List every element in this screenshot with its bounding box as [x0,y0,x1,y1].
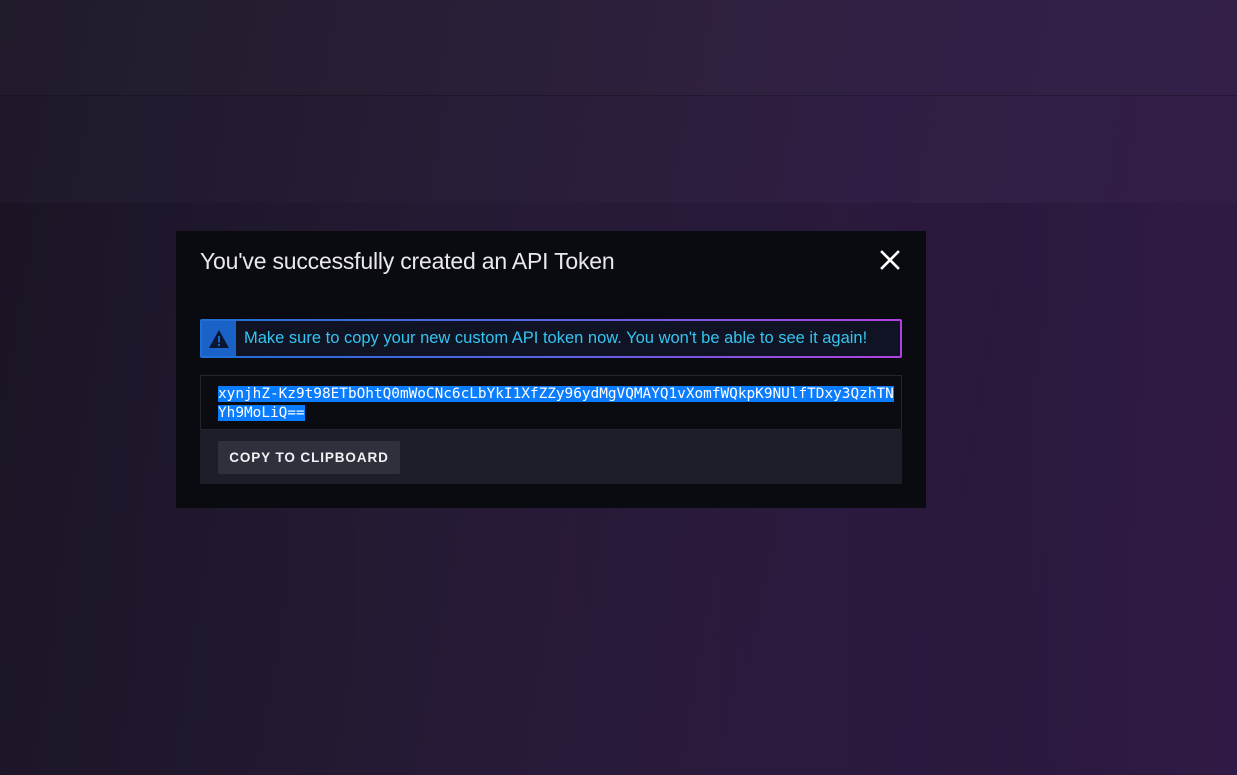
warning-alert-body: Make sure to copy your new custom API to… [202,321,900,356]
close-button[interactable] [876,246,904,274]
api-token-modal: You've successfully created an API Token… [176,231,926,508]
background-subheader-band [0,96,1237,203]
api-token-field[interactable]: xynjhZ-Kz9t98ETbOhtQ0mWoCNc6cLbYkI1XfZZy… [200,375,902,430]
close-icon [880,250,900,270]
api-token-text[interactable]: xynjhZ-Kz9t98ETbOhtQ0mWoCNc6cLbYkI1XfZZy… [218,385,894,423]
token-panel: xynjhZ-Kz9t98ETbOhtQ0mWoCNc6cLbYkI1XfZZy… [200,375,902,484]
api-token-value[interactable]: xynjhZ-Kz9t98ETbOhtQ0mWoCNc6cLbYkI1XfZZy… [218,386,894,421]
background-header-band [0,0,1237,96]
warning-alert: Make sure to copy your new custom API to… [200,319,902,358]
alert-icon-container [202,321,236,356]
copy-to-clipboard-button[interactable]: COPY TO CLIPBOARD [218,441,400,474]
warning-triangle-icon [209,329,229,348]
warning-alert-message: Make sure to copy your new custom API to… [244,329,868,347]
modal-title: You've successfully created an API Token [200,248,615,274]
